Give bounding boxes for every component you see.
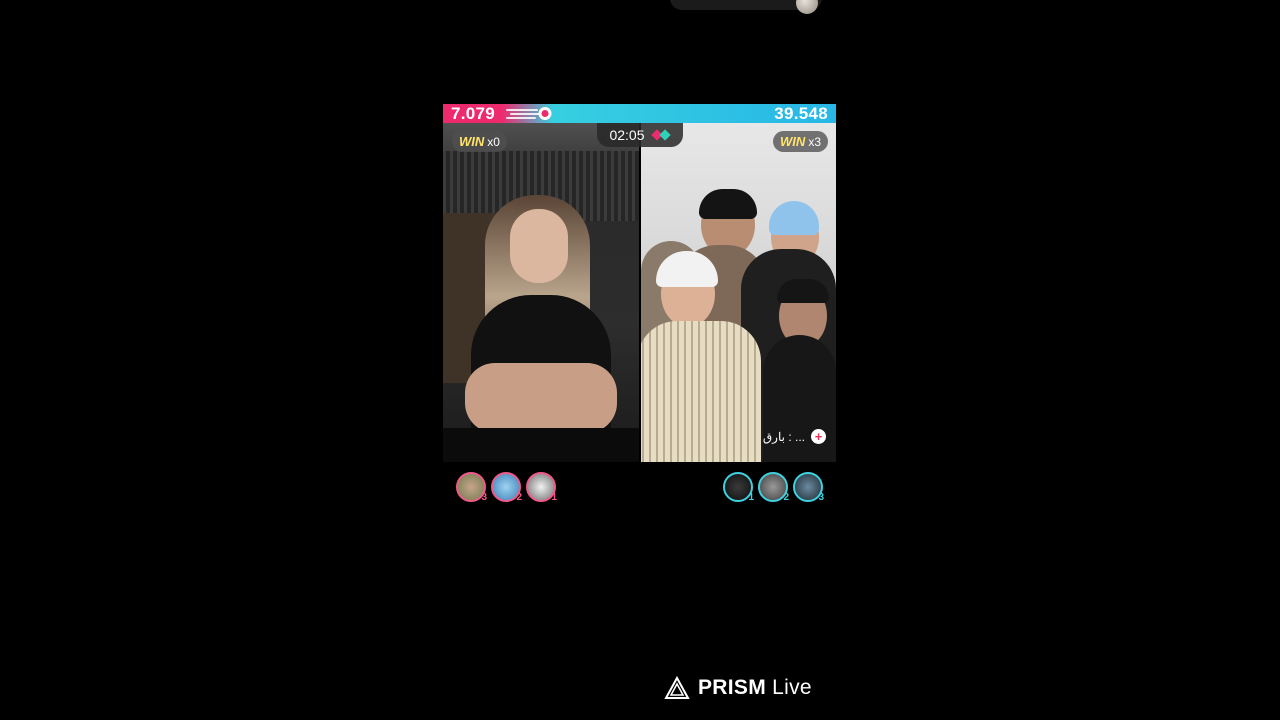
desk — [443, 428, 639, 462]
right-score: 39.548 — [774, 104, 828, 123]
right-supporter-avatar[interactable]: 2 — [758, 472, 789, 503]
live-battle-panel: 7.079 39.548 WIN x0 WIN x3 02:05 بارق: … — [443, 104, 836, 462]
left-supporter-avatar[interactable]: 1 — [526, 472, 557, 503]
host-face — [510, 209, 568, 283]
left-supporter-avatar[interactable]: 2 — [491, 472, 522, 503]
host-avatar[interactable] — [796, 0, 818, 14]
supporter-rank: 2 — [516, 492, 522, 503]
person-hair — [777, 279, 829, 303]
person-body — [641, 321, 761, 462]
win-count: x3 — [808, 134, 821, 149]
right-supporter-avatar[interactable]: 1 — [723, 472, 754, 503]
left-host-video[interactable] — [443, 123, 639, 462]
right-host-video[interactable] — [641, 123, 836, 462]
supporter-rank: 1 — [748, 492, 754, 503]
left-score: 7.079 — [451, 104, 496, 123]
right-supporter-avatar[interactable]: 3 — [793, 472, 824, 503]
supporter-rank: 3 — [481, 492, 487, 503]
prism-live-watermark: PRISM Live — [664, 676, 812, 700]
supporter-rank: 3 — [818, 492, 824, 503]
watermark-suffix: Live — [772, 676, 812, 699]
follow-plus-icon[interactable]: + — [811, 429, 826, 444]
timer-text: 02:05 — [609, 127, 645, 143]
top-status-pill — [670, 0, 822, 14]
win-label: WIN — [459, 134, 485, 149]
video-divider — [639, 123, 641, 462]
battle-timer: 02:05 — [597, 123, 683, 147]
left-win-badge: WIN x0 — [452, 131, 507, 152]
score-spark-icon — [506, 107, 552, 120]
battle-versus-icon — [650, 129, 671, 141]
person-cap — [769, 201, 819, 235]
win-count: x0 — [487, 134, 500, 149]
host-hands — [465, 363, 617, 433]
supporter-rank: 1 — [551, 492, 557, 503]
comment-chip[interactable]: بارق : ... + — [763, 429, 826, 444]
person-hair — [699, 189, 757, 219]
win-label: WIN — [780, 134, 806, 149]
left-supporter-avatar[interactable]: 3 — [456, 472, 487, 503]
right-win-badge: WIN x3 — [773, 131, 828, 152]
watermark-brand: PRISM — [698, 676, 767, 699]
comment-text: بارق : ... — [762, 429, 805, 444]
prism-logo-icon — [664, 676, 690, 699]
supporter-rank: 2 — [783, 492, 789, 503]
